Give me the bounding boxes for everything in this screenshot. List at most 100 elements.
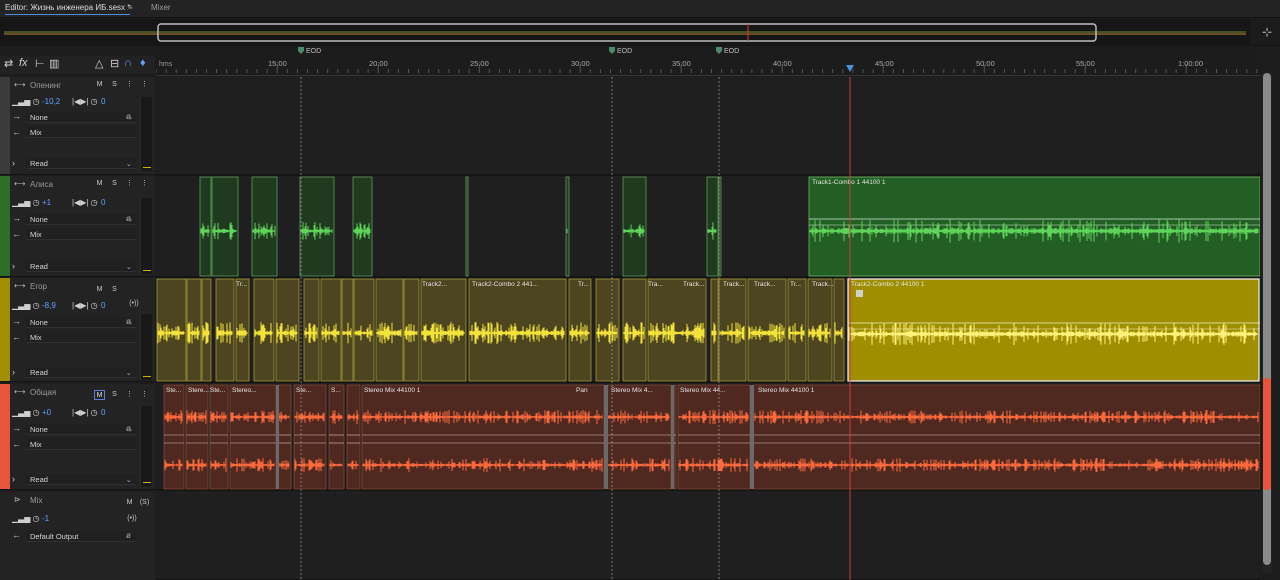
audio-clip[interactable]: [199, 176, 212, 277]
audio-clip[interactable]: [468, 278, 567, 382]
scrollbar-thumb[interactable]: [1263, 73, 1271, 565]
audio-clip[interactable]: [341, 278, 354, 382]
audio-clip[interactable]: [465, 176, 469, 277]
vertical-scrollbar[interactable]: [1262, 73, 1272, 573]
mute-button[interactable]: M: [124, 498, 135, 508]
volume-value[interactable]: -10,2: [42, 97, 60, 106]
phase-icon[interactable]: ø: [126, 112, 131, 121]
mute-button[interactable]: M: [94, 285, 105, 295]
audio-clip[interactable]: [622, 278, 647, 382]
audio-clip[interactable]: [403, 278, 420, 382]
monitor-button[interactable]: ⋮: [139, 179, 150, 189]
phase-icon[interactable]: ø: [126, 531, 131, 540]
track-lane[interactable]: [156, 77, 1260, 175]
audio-clip[interactable]: [209, 384, 229, 490]
sends-icon[interactable]: ⊢: [35, 57, 45, 70]
drag-handle-icon[interactable]: ⟷: [14, 80, 25, 89]
expand-chevron-icon[interactable]: ›: [12, 474, 15, 484]
time-ruler[interactable]: hms 15:00 20:00 25:00 30:00 35:00 40:00 45:00 5…: [156, 47, 1260, 76]
track-name[interactable]: Алиса: [30, 180, 53, 189]
swap-io-icon[interactable]: ⇄: [4, 57, 13, 70]
audio-clip[interactable]: [229, 384, 277, 490]
metronome-icon[interactable]: △: [95, 57, 103, 70]
audio-clip[interactable]: [673, 384, 677, 490]
snap-icon[interactable]: ⊟: [110, 57, 119, 70]
audio-clip[interactable]: [293, 384, 327, 490]
volume-value[interactable]: +1: [42, 198, 51, 207]
input-select[interactable]: None ›: [26, 317, 136, 328]
audio-clip[interactable]: [186, 278, 202, 382]
zoom-navigator-icon[interactable]: ⊹: [1262, 25, 1272, 39]
audio-clip[interactable]: [163, 384, 185, 490]
audio-clip[interactable]: [299, 176, 335, 277]
monitor-button[interactable]: ⋮: [139, 80, 150, 90]
monitor-input-icon[interactable]: (•)): [124, 514, 140, 524]
eod-marker-icon[interactable]: [298, 47, 304, 54]
tab-mixer[interactable]: Mixer: [151, 3, 171, 12]
audio-clip[interactable]: [156, 278, 187, 382]
pan-value[interactable]: 0: [101, 301, 105, 310]
output-select[interactable]: Mix: [26, 332, 136, 343]
expand-chevron-icon[interactable]: ›: [12, 158, 15, 168]
output-select[interactable]: Default Output: [26, 531, 136, 542]
volume-value[interactable]: -1: [42, 514, 49, 523]
audio-clip[interactable]: [185, 384, 209, 490]
tab-menu-icon[interactable]: ≡: [128, 3, 133, 12]
track-name[interactable]: Егор: [30, 282, 47, 291]
solo-button[interactable]: S: [109, 390, 120, 400]
audio-clip[interactable]: [565, 176, 570, 277]
audio-clip[interactable]: [677, 384, 751, 490]
multitrack-timeline[interactable]: Track1-Combo 1 44100 1 Tr... Track2... Trac…: [156, 77, 1260, 580]
audio-clip[interactable]: [420, 278, 467, 382]
track-name[interactable]: Mix: [30, 496, 42, 505]
monitor-button[interactable]: ⋮: [139, 390, 150, 400]
eod-marker-icon[interactable]: [716, 47, 722, 54]
audio-clip[interactable]: [647, 278, 707, 382]
phase-icon[interactable]: ø: [126, 214, 131, 223]
output-select[interactable]: Mix: [26, 439, 136, 450]
audio-clip[interactable]: [275, 278, 300, 382]
audio-clip-selected[interactable]: [847, 278, 1260, 382]
audio-clip[interactable]: [606, 384, 672, 490]
record-arm-button[interactable]: ⋮: [124, 390, 135, 400]
audio-clip[interactable]: [747, 278, 787, 382]
input-select[interactable]: None ›: [26, 112, 136, 123]
expand-chevron-icon[interactable]: ›: [12, 367, 15, 377]
audio-clip[interactable]: [320, 278, 342, 382]
record-arm-button[interactable]: ⋮: [124, 179, 135, 189]
phase-icon[interactable]: ø: [126, 424, 131, 433]
monitor-input-icon[interactable]: (•)): [126, 299, 142, 309]
solo-button[interactable]: S: [109, 80, 120, 90]
audio-clip[interactable]: [807, 278, 833, 382]
mute-button[interactable]: M: [94, 80, 105, 90]
audio-clip[interactable]: [352, 176, 373, 277]
audio-clip[interactable]: [568, 278, 592, 382]
session-overview[interactable]: ⊹: [0, 19, 1280, 46]
audio-clip[interactable]: [595, 278, 620, 382]
audio-clip[interactable]: [622, 176, 647, 277]
track-name[interactable]: Опенинг: [30, 81, 61, 90]
drag-handle-icon[interactable]: ⟷: [14, 281, 25, 290]
headphone-icon[interactable]: ∩: [124, 57, 132, 69]
automation-select[interactable]: Read ⌄: [26, 367, 136, 378]
audio-clip[interactable]: [215, 278, 235, 382]
volume-value[interactable]: +0: [42, 408, 51, 417]
solo-button[interactable]: (S): [139, 498, 150, 508]
expand-chevron-icon[interactable]: ›: [12, 261, 15, 271]
audio-clip[interactable]: [235, 278, 250, 382]
effects-icon[interactable]: fx: [19, 57, 28, 69]
audio-clip[interactable]: [718, 278, 747, 382]
audio-clip[interactable]: [211, 176, 239, 277]
pan-value[interactable]: 0: [101, 97, 105, 106]
audio-clip[interactable]: [710, 278, 719, 382]
solo-button[interactable]: S: [109, 179, 120, 189]
audio-clip[interactable]: [328, 384, 345, 490]
audio-clip[interactable]: [251, 176, 278, 277]
audio-clip[interactable]: [375, 278, 404, 382]
automation-select[interactable]: Read ⌄: [26, 474, 136, 485]
eq-icon[interactable]: ▥: [49, 57, 59, 70]
audio-clip[interactable]: [253, 278, 275, 382]
automation-select[interactable]: Read ⌄: [26, 158, 136, 169]
clip-fx-icon[interactable]: [856, 290, 863, 297]
volume-value[interactable]: -8,9: [42, 301, 56, 310]
